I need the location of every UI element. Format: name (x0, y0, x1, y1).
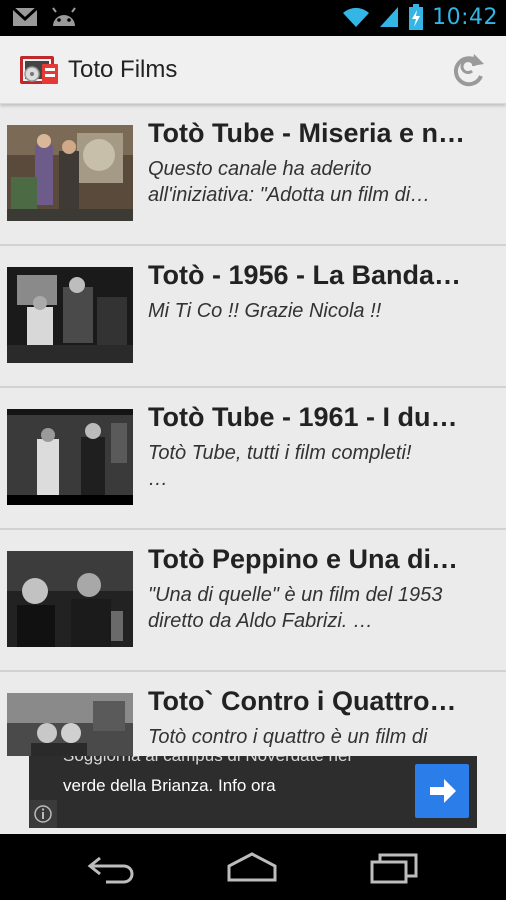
video-thumbnail[interactable] (7, 267, 133, 363)
refresh-icon[interactable] (448, 50, 488, 90)
list-item[interactable]: Totò Tube - 1961 - I du… Totò Tube, tutt… (0, 388, 506, 530)
gmail-icon (12, 7, 38, 26)
video-title: Totò Peppino e Una di… (148, 544, 458, 574)
video-thumbnail[interactable] (7, 551, 133, 647)
info-icon (34, 805, 52, 823)
signal-icon (380, 7, 399, 27)
list-item[interactable]: Totò Peppino e Una di… "Una di quelle" è… (0, 530, 506, 672)
film-reel-icon[interactable] (18, 50, 60, 90)
ad-area: Soggiorna al campus di Noverdate nel ver… (0, 756, 506, 834)
recents-icon[interactable] (368, 850, 420, 884)
action-bar: Toto Films (0, 36, 506, 104)
back-icon[interactable] (86, 850, 138, 884)
ad-arrow-button[interactable] (415, 764, 469, 818)
arrow-right-icon (430, 779, 456, 803)
home-icon[interactable] (226, 850, 278, 884)
video-thumbnail[interactable] (7, 693, 133, 756)
video-title: Totò - 1956 - La Banda… (148, 260, 462, 290)
status-time: 10:42 (432, 4, 498, 30)
wifi-icon (343, 7, 370, 27)
video-description: "Una di quelle" è un film del 1953 diret… (148, 584, 443, 632)
battery-charging-icon (409, 4, 424, 30)
video-thumbnail[interactable] (7, 125, 133, 221)
list-item[interactable]: Totò Tube - Miseria e n… Questo canale h… (0, 104, 506, 246)
video-description: Totò Tube, tutti i film completi! … (148, 442, 412, 490)
ad-text: verde della Brianza. Info ora (63, 776, 276, 795)
status-bar: 10:42 (0, 0, 506, 36)
list-item[interactable]: Totò - 1956 - La Banda… Mi Ti Co !! Graz… (0, 246, 506, 388)
ad-banner[interactable]: Soggiorna al campus di Noverdate nel ver… (29, 756, 477, 828)
video-title: Toto` Contro i Quattro… (148, 686, 457, 716)
list-item[interactable]: Toto` Contro i Quattro… Totò contro i qu… (0, 672, 506, 756)
ad-text-top: Soggiorna al campus di Noverdate nel (63, 756, 351, 766)
video-description: Totò contro i quattro è un film di (148, 726, 428, 748)
android-icon (52, 7, 76, 26)
video-description: Mi Ti Co !! Grazie Nicola !! (148, 300, 382, 322)
video-thumbnail[interactable] (7, 409, 133, 505)
ad-info-button[interactable] (29, 800, 57, 828)
video-list[interactable]: Totò Tube - Miseria e n… Questo canale h… (0, 104, 506, 756)
video-description: Questo canale ha aderito all'iniziativa:… (148, 158, 431, 206)
video-title: Totò Tube - Miseria e n… (148, 118, 466, 148)
video-title: Totò Tube - 1961 - I du… (148, 402, 458, 432)
navigation-bar (0, 834, 506, 900)
app-title: Toto Films (68, 56, 178, 83)
